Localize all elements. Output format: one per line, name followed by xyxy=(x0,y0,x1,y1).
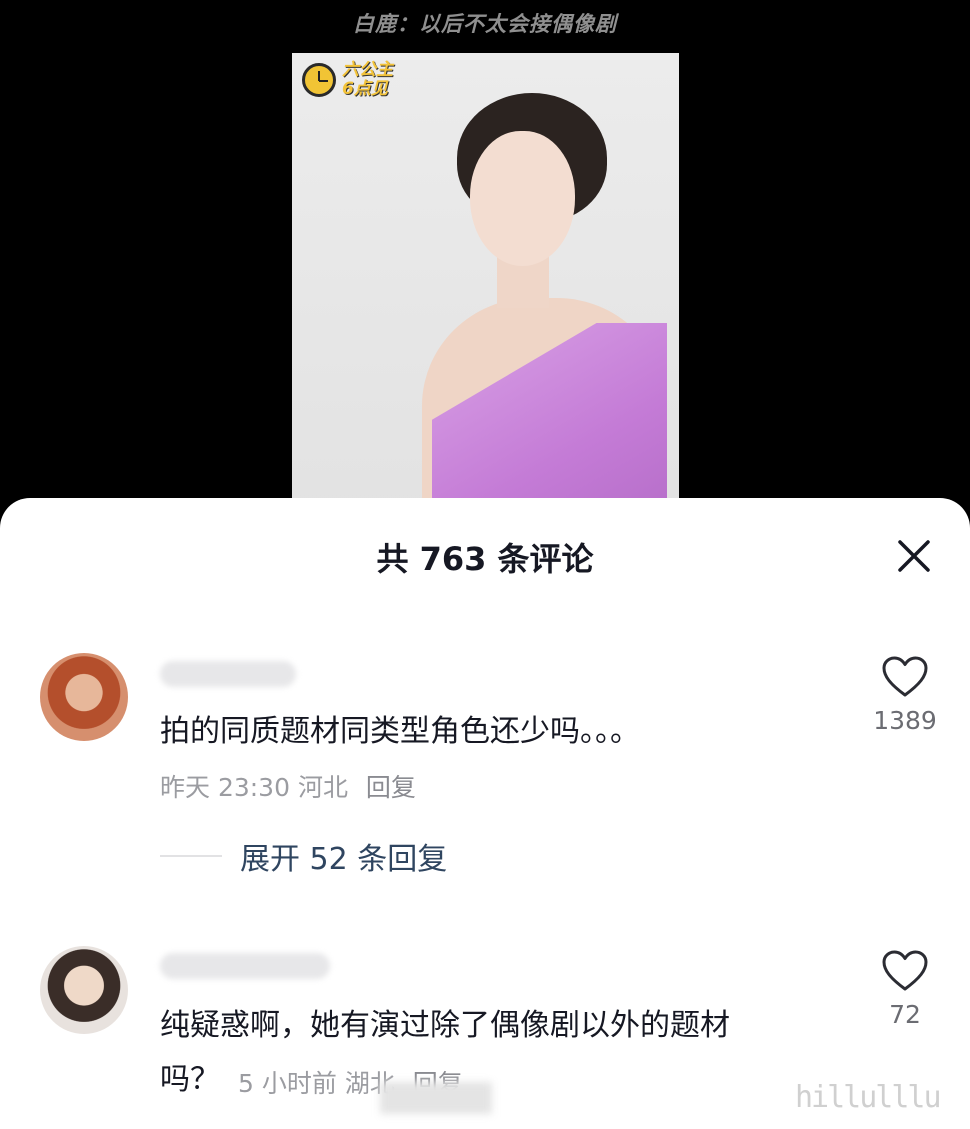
comment-text: 拍的同质题材同类型角色还少吗。。。 xyxy=(160,714,640,749)
close-icon xyxy=(898,540,930,572)
username-blurred xyxy=(160,953,330,979)
channel-badge: 六公主 6点见 xyxy=(302,61,393,99)
watermark: hillulllu xyxy=(795,1080,942,1115)
username-blurred xyxy=(160,661,296,687)
comments-sheet: 共 763 条评论 拍的同质题材同类型角色还少吗。。。 昨天 23:30 河北 … xyxy=(0,498,970,1129)
comment-text-continuation: 吗？ xyxy=(160,1056,220,1104)
comment-time: 5 小时前 xyxy=(238,1069,337,1098)
expand-divider xyxy=(160,855,222,857)
comment-text-line-2: 吗？ xyxy=(160,1062,220,1097)
alarm-clock-icon xyxy=(302,63,336,97)
heart-icon xyxy=(882,656,928,697)
comments-title: 共 763 条评论 xyxy=(376,540,594,578)
video-area[interactable]: 白鹿：以后不太会接偶像剧 六公主 6点见 xyxy=(0,0,970,530)
reply-button[interactable]: 回复 xyxy=(366,773,416,802)
like-button[interactable]: 1389 xyxy=(870,656,940,735)
like-count: 72 xyxy=(889,1000,921,1029)
comment-text: 纯疑惑啊，她有演过除了偶像剧以外的题材 xyxy=(160,1002,730,1050)
avatar[interactable] xyxy=(40,653,128,741)
comment-location: 河北 xyxy=(297,773,348,802)
expand-replies-button[interactable]: 展开 52 条回复 xyxy=(160,834,447,878)
comment-meta: 昨天 23:30 河北 回复 xyxy=(160,768,416,804)
badge-line-2: 6点见 xyxy=(342,79,388,99)
comment-time: 昨天 23:30 xyxy=(160,773,290,802)
comment-text-line-1: 纯疑惑啊，她有演过除了偶像剧以外的题材 xyxy=(160,1008,730,1043)
video-thumbnail[interactable]: 六公主 6点见 xyxy=(292,53,679,530)
person-face xyxy=(470,131,575,266)
close-button[interactable] xyxy=(892,534,936,578)
expand-replies-label: 展开 52 条回复 xyxy=(240,842,448,877)
avatar[interactable] xyxy=(40,946,128,1034)
like-button[interactable]: 72 xyxy=(870,950,940,1029)
heart-icon xyxy=(882,950,928,991)
like-count: 1389 xyxy=(873,706,937,735)
badge-line-1: 六公主 xyxy=(342,60,393,80)
blurred-overlay xyxy=(380,1082,492,1114)
video-caption: 白鹿：以后不太会接偶像剧 xyxy=(353,12,617,36)
